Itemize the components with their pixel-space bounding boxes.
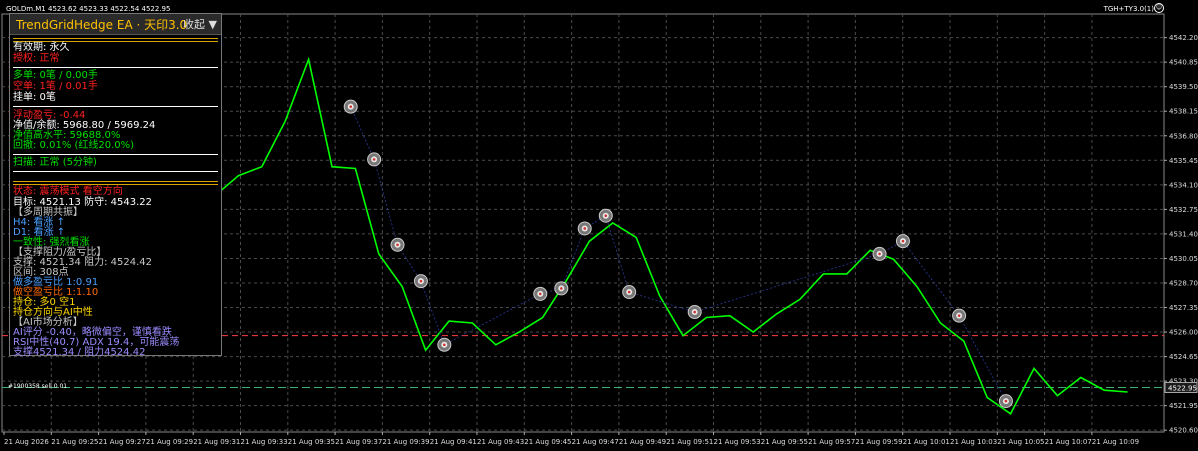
time-tick-label: 21 Aug 2026	[4, 438, 49, 446]
marker-dot	[901, 239, 905, 243]
validity-text: 有效期: 永久	[13, 42, 70, 53]
price-tick-label: 4528.70	[1169, 279, 1198, 287]
auth-text: 授权: 正常	[13, 53, 60, 64]
marker-dot	[583, 227, 587, 230]
trade-marker	[598, 208, 613, 223]
time-tick-label: 21 Aug 09:57	[808, 438, 855, 446]
trade-marker	[952, 308, 967, 323]
divider	[13, 38, 218, 39]
divider	[13, 106, 218, 107]
trade-marker	[533, 286, 548, 301]
status-text: 状态: 震荡模式 看空方向	[13, 186, 123, 197]
collapse-button[interactable]: 收起 ▼	[183, 16, 217, 32]
trade-marker	[872, 246, 887, 261]
marker-dot	[349, 105, 353, 108]
time-tick-label: 21 Aug 09:45	[524, 438, 571, 446]
price-tag: 4522.95	[1168, 384, 1197, 392]
price-tick-label: 4532.75	[1169, 206, 1198, 214]
divider	[13, 67, 218, 68]
time-tick-label: 21 Aug 09:41	[430, 438, 477, 446]
price-tick-label: 4530.05	[1169, 255, 1198, 263]
order-label: #1900358 sell 0.01	[8, 383, 67, 390]
price-tick-label: 4534.10	[1169, 181, 1198, 189]
price-tick-label: 4521.95	[1169, 402, 1198, 410]
trade-marker	[998, 394, 1013, 409]
price-tick-label: 4520.60	[1169, 427, 1198, 435]
time-tick-label: 21 Aug 09:47	[572, 438, 619, 446]
price-tick-label: 4540.85	[1169, 59, 1198, 67]
marker-dot	[627, 290, 631, 294]
time-tick-label: 21 Aug 09:27	[99, 438, 146, 446]
trade-marker	[687, 305, 702, 320]
time-tick-label: 21 Aug 09:43	[477, 438, 524, 446]
trade-marker	[437, 337, 452, 352]
time-tick-label: 21 Aug 09:33	[241, 438, 288, 446]
time-tick-label: 21 Aug 09:55	[761, 438, 808, 446]
divider	[13, 171, 218, 172]
trade-marker	[343, 99, 358, 114]
time-tick-label: 21 Aug 10:09	[1092, 438, 1139, 446]
pending-orders-text: 挂单: 0笔	[13, 92, 56, 103]
trade-marker	[367, 152, 382, 167]
buy-orders-text: 多单: 0笔 / 0.00手	[13, 70, 98, 81]
panel-title: TrendGridHedge EA · 天印3.0	[16, 18, 188, 32]
marker-dot	[878, 252, 881, 256]
price-tick-label: 4539.50	[1169, 83, 1198, 91]
price-tick-label: 4536.80	[1169, 132, 1198, 140]
time-tick-label: 21 Aug 09:37	[335, 438, 382, 446]
marker-dot	[419, 279, 423, 283]
time-tick-label: 21 Aug 09:39	[382, 438, 429, 446]
drawdown-text: 回撤: 0.01% (红线20.0%)	[13, 140, 135, 151]
marker-dot	[957, 314, 961, 317]
price-tick-label: 4531.40	[1169, 230, 1198, 238]
price-tick-label: 4538.15	[1169, 108, 1198, 116]
time-tick-label: 21 Aug 10:07	[1045, 438, 1092, 446]
marker-dot	[538, 292, 542, 296]
marker-dot	[604, 214, 608, 218]
divider	[13, 184, 218, 185]
time-tick-label: 21 Aug 09:35	[288, 438, 335, 446]
marker-dot	[560, 287, 563, 290]
ai-sr-text: 支撑4521.34 / 阻力4524.42	[13, 347, 146, 358]
price-tick-label: 4535.45	[1169, 157, 1198, 165]
time-tick-label: 21 Aug 09:25	[51, 438, 98, 446]
time-tick-label: 21 Aug 09:51	[666, 438, 713, 446]
trade-marker	[577, 221, 592, 236]
trade-marker	[895, 234, 910, 249]
time-tick-label: 21 Aug 09:29	[146, 438, 193, 446]
price-tick-label: 4542.20	[1169, 34, 1198, 42]
time-tick-label: 21 Aug 10:05	[997, 438, 1044, 446]
time-tick-label: 21 Aug 09:59	[855, 438, 902, 446]
time-tick-label: 21 Aug 09:53	[714, 438, 761, 446]
scan-text: 扫描: 正常 (5分钟)	[13, 157, 97, 168]
marker-dot	[372, 158, 376, 161]
price-tick-label: 4526.00	[1169, 329, 1198, 337]
symbol-label: GOLDm.M1 4523.62 4523.33 4522.54 4522.95	[6, 5, 171, 13]
time-tick-label: 21 Aug 10:01	[903, 438, 950, 446]
trade-marker	[554, 281, 569, 296]
price-tick-label: 4524.65	[1169, 353, 1198, 361]
divider	[13, 154, 218, 155]
price-tick-label: 4527.35	[1169, 304, 1198, 312]
sell-orders-text: 空单: 1笔 / 0.01手	[13, 81, 98, 92]
trade-marker	[390, 237, 405, 252]
trade-marker	[622, 285, 637, 300]
time-tick-label: 21 Aug 09:49	[619, 438, 666, 446]
marker-dot	[443, 343, 446, 347]
divider	[13, 181, 218, 182]
smiley-icon[interactable]: ☺	[1154, 3, 1164, 13]
ea-info-panel: TrendGridHedge EA · 天印3.0 收起 ▼ 有效期: 永久 授…	[9, 13, 222, 358]
trade-marker	[413, 274, 428, 289]
marker-dot	[1004, 399, 1008, 403]
marker-dot	[396, 243, 399, 247]
marker-dot	[693, 310, 696, 314]
time-tick-label: 21 Aug 09:31	[193, 438, 240, 446]
ea-label: TGH+TY3.0(1)	[1103, 5, 1154, 13]
time-tick-label: 21 Aug 10:03	[950, 438, 997, 446]
panel-header[interactable]: TrendGridHedge EA · 天印3.0 收起 ▼	[10, 14, 221, 35]
